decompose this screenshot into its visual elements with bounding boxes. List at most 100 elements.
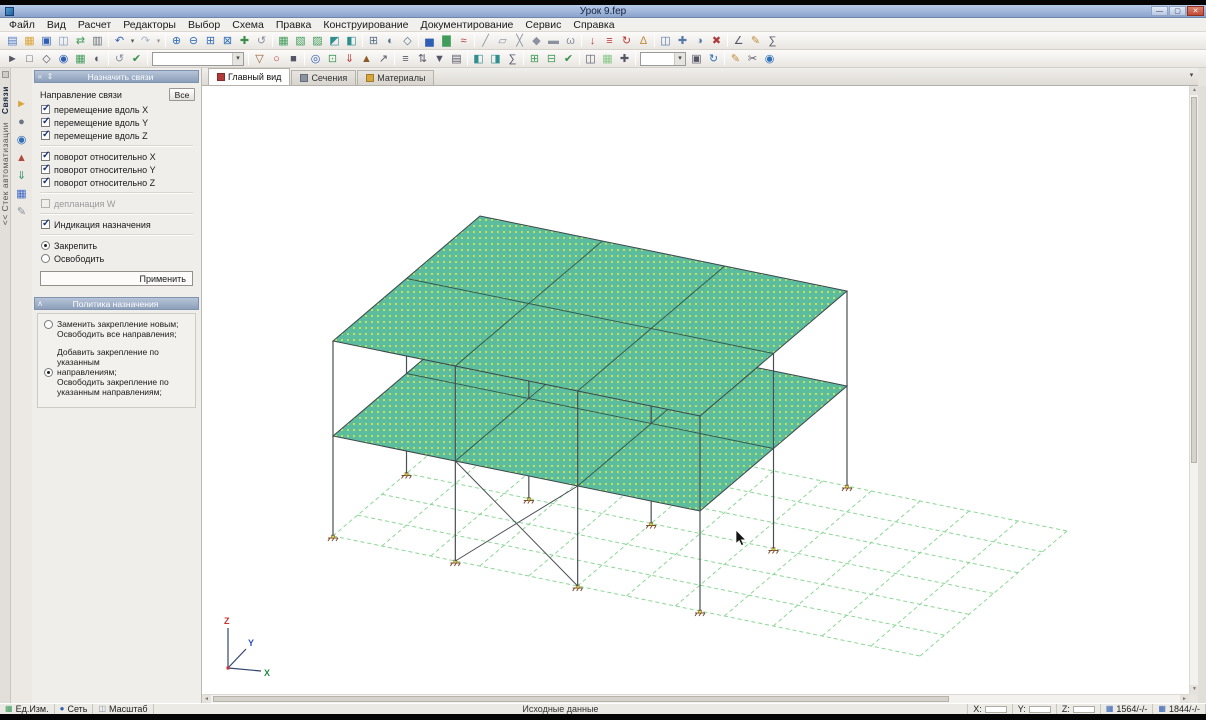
delete-icon[interactable]: ✖: [708, 33, 725, 49]
all-button[interactable]: Все: [169, 88, 195, 101]
tab-Материалы[interactable]: Материалы: [357, 70, 434, 85]
units-tool-icon[interactable]: ◫: [582, 51, 599, 67]
show-supports-icon[interactable]: ▲: [358, 51, 375, 67]
new-file-icon[interactable]: ▤: [4, 33, 21, 49]
checkbox-перемещение вдоль Z[interactable]: перемещение вдоль Z: [32, 129, 201, 142]
view-tool-icon[interactable]: ◉: [13, 131, 31, 148]
assign-supports-icon[interactable]: ▽: [251, 51, 268, 67]
statusbar-net[interactable]: ●Сеть: [55, 704, 94, 714]
diagram-bars-icon[interactable]: ▅: [421, 33, 438, 49]
node-numbers-icon[interactable]: ◎: [307, 51, 324, 67]
import-model-icon[interactable]: ⇄: [72, 33, 89, 49]
menu-item-Вид[interactable]: Вид: [41, 18, 72, 32]
props-tool-icon[interactable]: ✎: [13, 203, 31, 220]
plate-element-icon[interactable]: ▱: [494, 33, 511, 49]
strip-tab-automation-stack[interactable]: << Стек автоматизации: [0, 122, 10, 225]
wireframe-icon[interactable]: ◇: [399, 33, 416, 49]
menu-item-Правка[interactable]: Правка: [270, 18, 317, 32]
pan-view-icon[interactable]: ✚: [236, 33, 253, 49]
groups-icon[interactable]: ≡: [397, 51, 414, 67]
element-numbers-icon[interactable]: ⊡: [324, 51, 341, 67]
open-file-icon[interactable]: ▦: [21, 33, 38, 49]
menu-item-Файл[interactable]: Файл: [3, 18, 41, 32]
checkbox-поворот относительно Z[interactable]: поворот относительно Z: [32, 176, 201, 189]
checkbox-перемещение вдоль X[interactable]: перемещение вдоль X: [32, 103, 201, 116]
save-copy-icon[interactable]: ◫: [55, 33, 72, 49]
menu-item-Документирование[interactable]: Документирование: [414, 18, 519, 32]
statusbar-scale[interactable]: ◫Масштаб: [93, 704, 153, 714]
check-geometry-icon[interactable]: ✔: [560, 51, 577, 67]
mesh-refine-icon[interactable]: ⊟: [543, 51, 560, 67]
diagram-curve-icon[interactable]: ≈: [455, 33, 472, 49]
undo-list-icon[interactable]: ▾: [128, 33, 137, 49]
snap-tool-icon[interactable]: ✚: [616, 51, 633, 67]
view-yz-icon[interactable]: ▨: [309, 33, 326, 49]
distributed-load-icon[interactable]: ≡: [601, 33, 618, 49]
zoom-extents-icon[interactable]: ⊠: [219, 33, 236, 49]
select-rect-icon[interactable]: □: [21, 51, 38, 67]
info-tool-icon[interactable]: ◉: [761, 51, 778, 67]
redo-list-icon[interactable]: ▾: [154, 33, 163, 49]
selection-filter-combo[interactable]: ▾: [152, 52, 244, 66]
supports-tool-icon[interactable]: ▲: [13, 149, 31, 166]
beam-element-icon[interactable]: ╱: [477, 33, 494, 49]
menu-item-Схема[interactable]: Схема: [226, 18, 270, 32]
refresh-view-icon[interactable]: ↻: [705, 51, 722, 67]
truss-element-icon[interactable]: ╳: [511, 33, 528, 49]
zoom-out-icon[interactable]: ⊖: [185, 33, 202, 49]
spring-element-icon[interactable]: ω: [562, 33, 579, 49]
zoom-in-icon[interactable]: ⊕: [168, 33, 185, 49]
select-tool-icon[interactable]: ►: [13, 95, 31, 112]
horizontal-scrollbar[interactable]: ◄ ►: [202, 694, 1189, 703]
assign-hinges-icon[interactable]: ○: [268, 51, 285, 67]
vertical-scroll-thumb[interactable]: [1191, 97, 1197, 463]
maximize-button[interactable]: ▢: [1169, 6, 1186, 16]
tab-Сечения[interactable]: Сечения: [291, 70, 356, 85]
checkbox-поворот относительно Y[interactable]: поворот относительно Y: [32, 163, 201, 176]
show-loads-icon[interactable]: ⇓: [341, 51, 358, 67]
nodes-tool-icon[interactable]: ●: [13, 113, 31, 130]
select-poly-icon[interactable]: ◇: [38, 51, 55, 67]
move-icon[interactable]: ✚: [674, 33, 691, 49]
radio-Закрепить[interactable]: Закрепить: [32, 239, 201, 252]
collapse-icon[interactable]: «: [35, 72, 45, 81]
assign-mode-icon[interactable]: ✔: [128, 51, 145, 67]
sort-icon[interactable]: ⇅: [414, 51, 431, 67]
mirror-icon[interactable]: ◑: [691, 33, 708, 49]
menu-item-Редакторы[interactable]: Редакторы: [117, 18, 182, 32]
select-nodes-icon[interactable]: ◉: [55, 51, 72, 67]
apply-button[interactable]: Применить: [40, 271, 193, 286]
layers-icon[interactable]: ▤: [448, 51, 465, 67]
previous-view-icon[interactable]: ↺: [253, 33, 270, 49]
menu-item-Конструирование[interactable]: Конструирование: [317, 18, 414, 32]
view-xy-icon[interactable]: ▦: [275, 33, 292, 49]
checkbox-перемещение вдоль Y[interactable]: перемещение вдоль Y: [32, 116, 201, 129]
viewport[interactable]: XYZ: [202, 86, 1189, 694]
select-elements-icon[interactable]: ▦: [72, 51, 89, 67]
rigid-link-icon[interactable]: ▬: [545, 33, 562, 49]
tab-list-button[interactable]: ▾: [1185, 70, 1198, 83]
tab-Главный вид[interactable]: Главный вид: [208, 68, 290, 85]
temperature-load-icon[interactable]: ∆: [635, 33, 652, 49]
menu-item-Сервис[interactable]: Сервис: [519, 18, 567, 32]
edit-pen-icon[interactable]: ✎: [727, 51, 744, 67]
stages-icon[interactable]: ◧: [470, 51, 487, 67]
view-xz-icon[interactable]: ▧: [292, 33, 309, 49]
print-icon[interactable]: ▥: [89, 33, 106, 49]
dropdown-arrow-icon[interactable]: ▾: [674, 53, 685, 65]
diagram-area-icon[interactable]: ▇: [438, 33, 455, 49]
fragment-view-icon[interactable]: ◧: [343, 33, 360, 49]
solid-element-icon[interactable]: ◆: [528, 33, 545, 49]
strip-tab-constraints[interactable]: Связи: [0, 86, 10, 114]
filter-icon[interactable]: ▼: [431, 51, 448, 67]
combinations-icon[interactable]: ∑: [504, 51, 521, 67]
policy-option-2[interactable]: Добавить закрепление по указаннымнаправл…: [41, 347, 192, 397]
undo-icon[interactable]: ↶: [111, 33, 128, 49]
horizontal-scroll-thumb[interactable]: [213, 696, 949, 702]
horizontal-scroll-track[interactable]: [211, 695, 1180, 703]
save-icon[interactable]: ▣: [38, 33, 55, 49]
vertical-scroll-track[interactable]: [1190, 95, 1198, 685]
pin-icon[interactable]: ⇕: [45, 72, 55, 81]
nodal-load-icon[interactable]: ↓: [584, 33, 601, 49]
notes-icon[interactable]: ✎: [747, 33, 764, 49]
